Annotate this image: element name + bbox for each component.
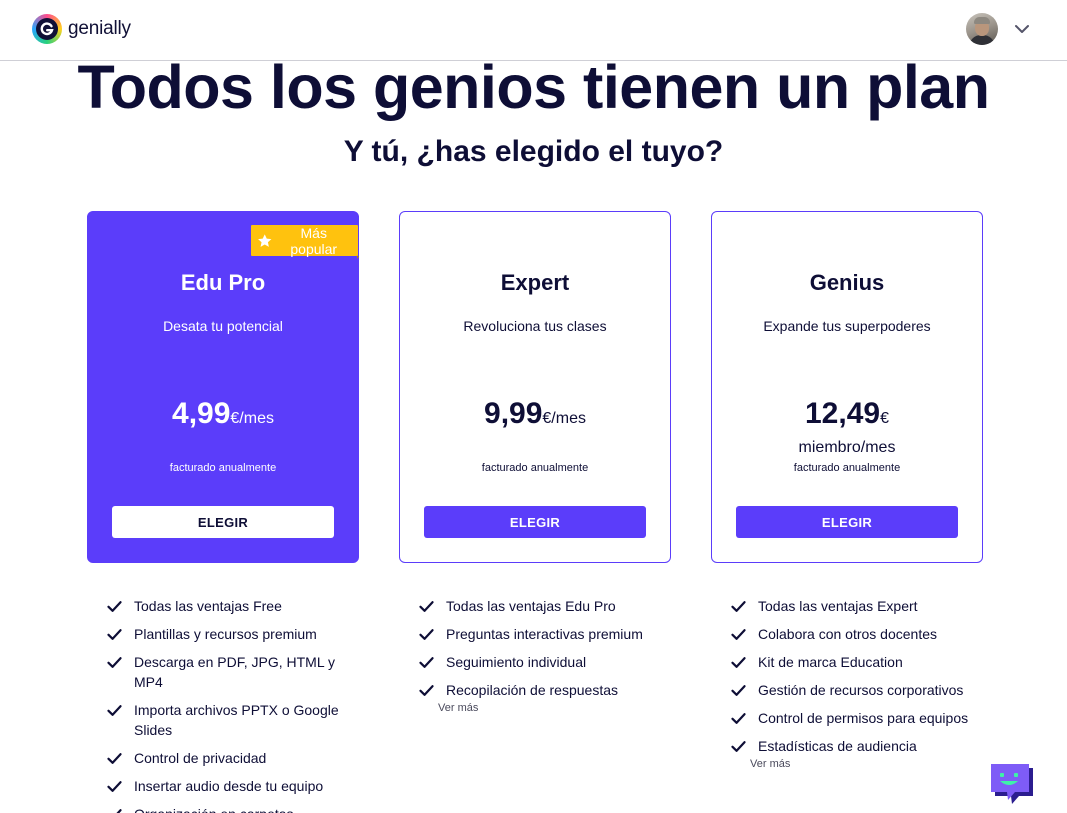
- feature-item: Organización en carpetas: [87, 804, 359, 813]
- see-more-link[interactable]: Ver más: [399, 702, 671, 714]
- page-subtitle: Y tú, ¿has elegido el tuyo?: [343, 135, 724, 168]
- feature-label: Recopilación de respuestas: [446, 682, 618, 698]
- feature-label: Organización en carpetas: [134, 806, 294, 813]
- feature-item: Seguimiento individual: [399, 652, 671, 672]
- billing-note: facturado anualmente: [481, 462, 589, 474]
- plan-price-unit-line: miembro/mes: [798, 439, 896, 456]
- feature-label: Kit de marca Education: [758, 654, 903, 670]
- chevron-down-icon[interactable]: [1012, 19, 1032, 39]
- check-icon: [107, 705, 122, 716]
- feature-label: Estadísticas de audiencia: [758, 738, 917, 754]
- check-icon: [731, 741, 746, 752]
- feature-item: Control de privacidad: [87, 748, 359, 768]
- plan-tagline: Desata tu potencial: [163, 318, 283, 334]
- choose-plan-button[interactable]: ELEGIR: [112, 506, 334, 538]
- plan-price-line: 12,49€: [712, 397, 982, 431]
- user-avatar[interactable]: [966, 13, 998, 45]
- feature-item: Estadísticas de audiencia: [711, 736, 983, 756]
- billing-note: facturado anualmente: [169, 462, 277, 474]
- plan-tagline: Revoluciona tus clases: [463, 318, 607, 334]
- feature-item: Kit de marca Education: [711, 652, 983, 672]
- feature-item: Insertar audio desde tu equipo: [87, 776, 359, 796]
- plan-tagline: Expande tus superpoderes: [763, 318, 931, 334]
- check-icon: [107, 629, 122, 640]
- feature-label: Seguimiento individual: [446, 654, 587, 670]
- plan-card-edu-pro: Más popular Edu Pro Desata tu potencial …: [87, 211, 359, 563]
- chat-bot-icon[interactable]: [989, 762, 1033, 806]
- feature-label: Importa archivos PPTX o Google Slides: [134, 702, 339, 738]
- check-icon: [107, 753, 122, 764]
- choose-plan-button[interactable]: ELEGIR: [424, 506, 646, 538]
- check-icon: [116, 809, 122, 813]
- feature-item: Preguntas interactivas premium: [399, 624, 671, 644]
- plan-card-genius: Genius Expande tus superpoderes 12,49€ m…: [711, 211, 983, 563]
- feature-label: Todas las ventajas Expert: [758, 598, 918, 614]
- feature-list-expert: Todas las ventajas Edu Pro Preguntas inte…: [399, 596, 671, 714]
- choose-plan-button[interactable]: ELEGIR: [736, 506, 958, 538]
- check-icon: [731, 601, 746, 612]
- check-icon: [107, 657, 122, 668]
- plan-price: 9,99: [484, 397, 543, 430]
- top-bar: genially: [0, 0, 1067, 61]
- feature-label: Todas las ventajas Edu Pro: [446, 598, 616, 614]
- feature-item: Todas las ventajas Edu Pro: [399, 596, 671, 616]
- page-title: Todos los genios tienen un plan: [77, 53, 990, 121]
- feature-label: Colabora con otros docentes: [758, 626, 937, 642]
- feature-item: Todas las ventajas Free: [87, 596, 359, 616]
- check-icon: [731, 685, 746, 696]
- plan-price-unit: €: [880, 410, 889, 427]
- feature-label: Insertar audio desde tu equipo: [134, 778, 324, 794]
- check-icon: [419, 685, 434, 696]
- plan-price-line: 9,99€/mes: [400, 397, 670, 431]
- see-more-link[interactable]: Ver más: [711, 758, 983, 770]
- feature-list-edu-pro: Todas las ventajas Free Plantillas y recu…: [87, 596, 359, 813]
- plan-card-expert: Expert Revoluciona tus clases 9,99€/mes …: [399, 211, 671, 563]
- plan-price: 4,99: [172, 397, 231, 430]
- feature-label: Control de permisos para equipos: [758, 710, 969, 726]
- feature-item: Gestión de recursos corporativos: [711, 680, 983, 700]
- plan-price-unit: €/mes: [542, 410, 586, 427]
- genially-logo[interactable]: genially: [32, 13, 131, 45]
- feature-label: Gestión de recursos corporativos: [758, 682, 964, 698]
- check-icon: [731, 657, 746, 668]
- plan-price-line: 4,99€/mes: [88, 397, 358, 431]
- genially-logo-icon: [32, 14, 62, 44]
- feature-label: Plantillas y recursos premium: [134, 626, 317, 642]
- check-icon: [107, 781, 122, 792]
- check-icon: [107, 601, 122, 612]
- feature-label: Todas las ventajas Free: [134, 598, 282, 614]
- feature-label: Descarga en PDF, JPG, HTML y MP4: [134, 654, 335, 690]
- check-icon: [731, 713, 746, 724]
- feature-item: Plantillas y recursos premium: [87, 624, 359, 644]
- feature-label: Preguntas interactivas premium: [446, 626, 643, 642]
- plan-price: 12,49: [805, 397, 881, 430]
- feature-item: Control de permisos para equipos: [711, 708, 983, 728]
- feature-item: Todas las ventajas Expert: [711, 596, 983, 616]
- plan-name: Expert: [500, 270, 570, 295]
- plan-price-unit: €/mes: [230, 410, 274, 427]
- check-icon: [419, 657, 434, 668]
- feature-item: Descarga en PDF, JPG, HTML y MP4: [87, 652, 359, 692]
- feature-item: Recopilación de respuestas: [399, 680, 671, 700]
- billing-note: facturado anualmente: [793, 462, 901, 474]
- feature-label: Control de privacidad: [134, 750, 267, 766]
- brand-name: genially: [68, 18, 131, 39]
- badge-label: Más popular: [290, 224, 338, 257]
- check-icon: [419, 629, 434, 640]
- feature-item: Importa archivos PPTX o Google Slides: [87, 700, 359, 740]
- star-icon: [258, 233, 272, 247]
- check-icon: [731, 629, 746, 640]
- most-popular-badge: Más popular: [251, 224, 359, 259]
- check-icon: [419, 601, 434, 612]
- feature-list-genius: Todas las ventajas Expert Colabora con ot…: [711, 596, 983, 770]
- plan-name: Genius: [809, 270, 885, 295]
- feature-item: Colabora con otros docentes: [711, 624, 983, 644]
- plan-name: Edu Pro: [180, 270, 266, 295]
